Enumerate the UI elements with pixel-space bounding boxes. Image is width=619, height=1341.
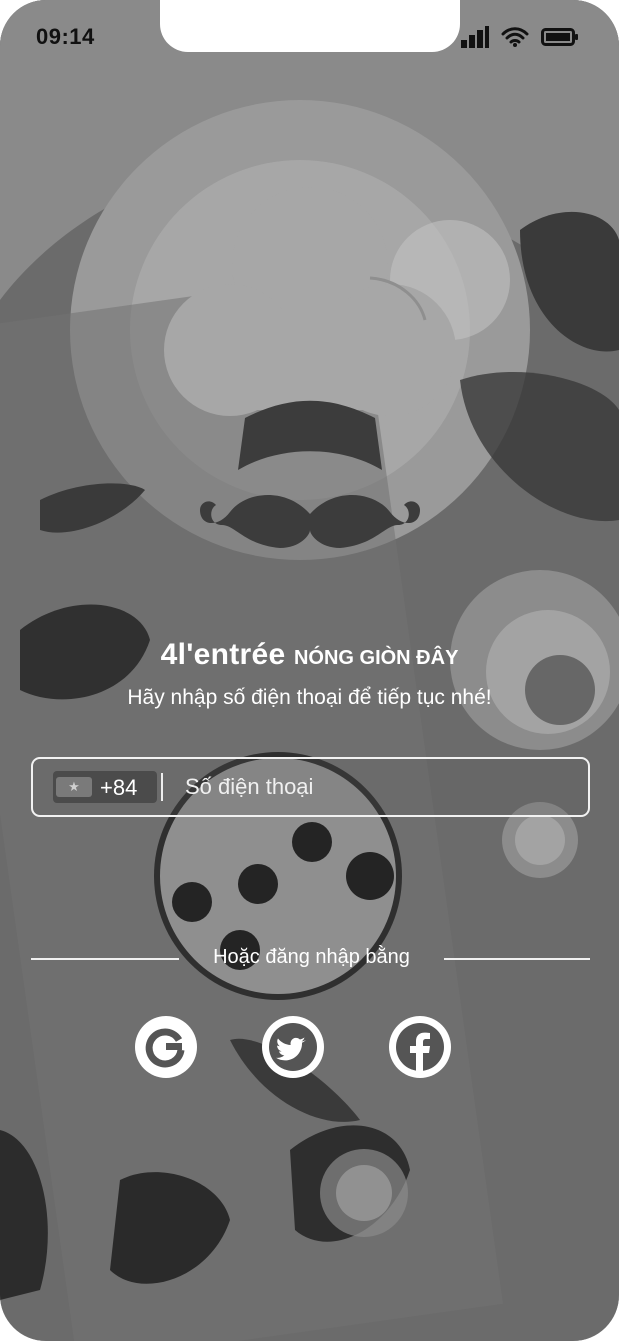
country-code: +84 [100,775,138,800]
divider-line-right [444,958,590,960]
flag-star-icon: ★ [56,777,92,797]
divider-line-left [31,958,179,960]
login-screen: 09:14 4l'entrée NÓNG GIÒN ĐÂY Hãy nhập s… [0,0,619,1341]
status-icons [461,26,579,48]
notch [160,0,460,52]
twitter-login-button[interactable] [262,1016,324,1078]
brand-tagline: NÓNG GIÒN ĐÂY [293,647,459,669]
google-icon [145,1028,185,1068]
chef-logo [164,187,456,548]
phone-field[interactable]: ★ +84 [31,757,590,817]
facebook-login-button[interactable] [389,1016,451,1078]
field-separator [161,773,163,801]
battery-icon [541,28,578,46]
brand-name: 4l'entrée [160,638,286,671]
country-code-selector[interactable]: ★ +84 [53,771,157,803]
signal-icon [461,26,489,48]
facebook-icon [396,1023,444,1071]
wifi-icon [501,27,529,47]
brand-heading: 4l'entrée NÓNG GIÒN ĐÂY [0,638,619,672]
subtitle: Hãy nhập số điện thoại để tiếp tục nhé! [127,686,492,709]
twitter-icon [269,1023,317,1071]
google-login-button[interactable] [135,1016,197,1078]
divider-label: Hoặc đăng nhập bằng [213,946,410,968]
phone-input[interactable] [183,763,567,811]
status-time: 09:14 [36,24,95,49]
